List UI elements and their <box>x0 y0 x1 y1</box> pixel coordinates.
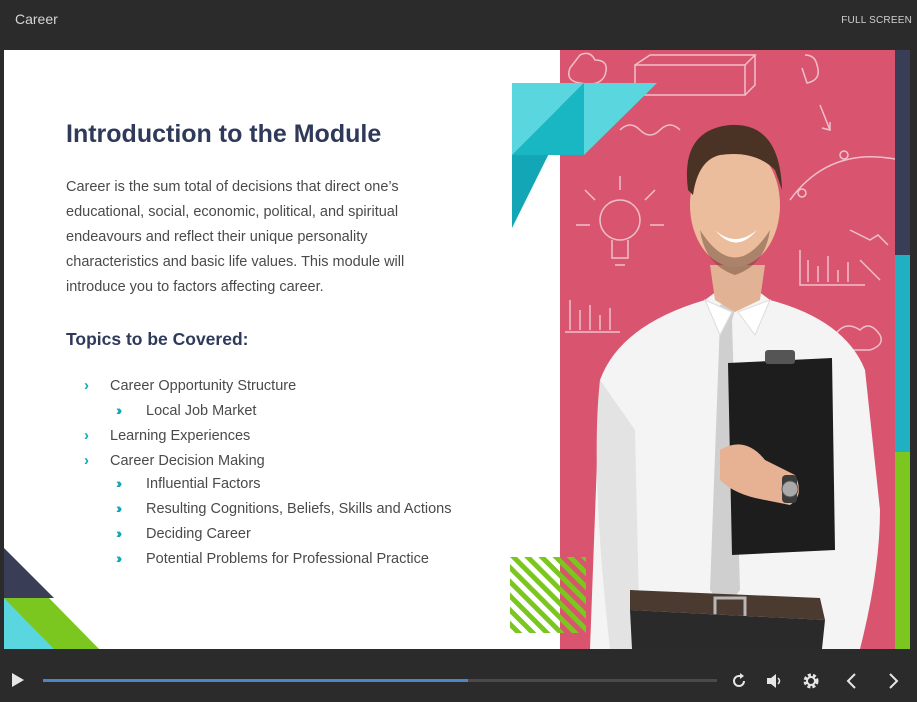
progress-bar[interactable] <box>43 679 717 682</box>
list-item: ›› Local Job Market <box>116 402 257 419</box>
color-strip <box>895 50 910 649</box>
double-chevron-right-icon: ›› <box>116 475 122 491</box>
course-title: Career <box>15 11 58 27</box>
volume-icon[interactable] <box>766 673 784 694</box>
double-chevron-right-icon: ›› <box>116 525 122 541</box>
topics-heading: Topics to be Covered: <box>66 329 249 349</box>
chevron-right-icon: › <box>84 452 89 469</box>
slide-heading: Introduction to the Module <box>66 120 382 148</box>
list-item: ›› Deciding Career <box>116 525 251 542</box>
chevron-right-icon: › <box>84 427 89 444</box>
double-chevron-right-icon: ›› <box>116 500 122 516</box>
list-item: ›› Resulting Cognitions, Beliefs, Skills … <box>116 500 452 517</box>
intro-paragraph: Career is the sum total of decisions tha… <box>66 179 405 295</box>
list-item: › Learning Experiences <box>84 427 251 444</box>
replay-icon[interactable] <box>731 673 747 694</box>
play-icon[interactable] <box>12 673 24 692</box>
decor-green-hatch <box>510 557 586 633</box>
list-item: ›› Potential Problems for Professional Pr… <box>116 550 429 567</box>
decor-teal-triangles <box>512 83 657 228</box>
list-item: ›› Influential Factors <box>116 475 261 492</box>
previous-arrow-icon[interactable] <box>845 673 857 694</box>
settings-gear-icon[interactable] <box>802 672 820 695</box>
double-chevron-right-icon: ›› <box>116 550 122 566</box>
player-controls <box>0 649 917 702</box>
list-item: › Career Opportunity Structure <box>84 377 297 394</box>
progress-fill <box>43 679 468 682</box>
top-bar: Career FULL SCREEN <box>0 0 917 50</box>
list-item: › Career Decision Making <box>84 452 265 469</box>
double-chevron-right-icon: ›› <box>116 402 122 418</box>
next-arrow-icon[interactable] <box>888 673 900 694</box>
decor-corner-triangles <box>4 548 99 649</box>
slide-content: Introduction to the Module Career is the… <box>4 50 895 649</box>
chevron-right-icon: › <box>84 377 89 394</box>
fullscreen-button[interactable]: FULL SCREEN <box>841 15 912 26</box>
